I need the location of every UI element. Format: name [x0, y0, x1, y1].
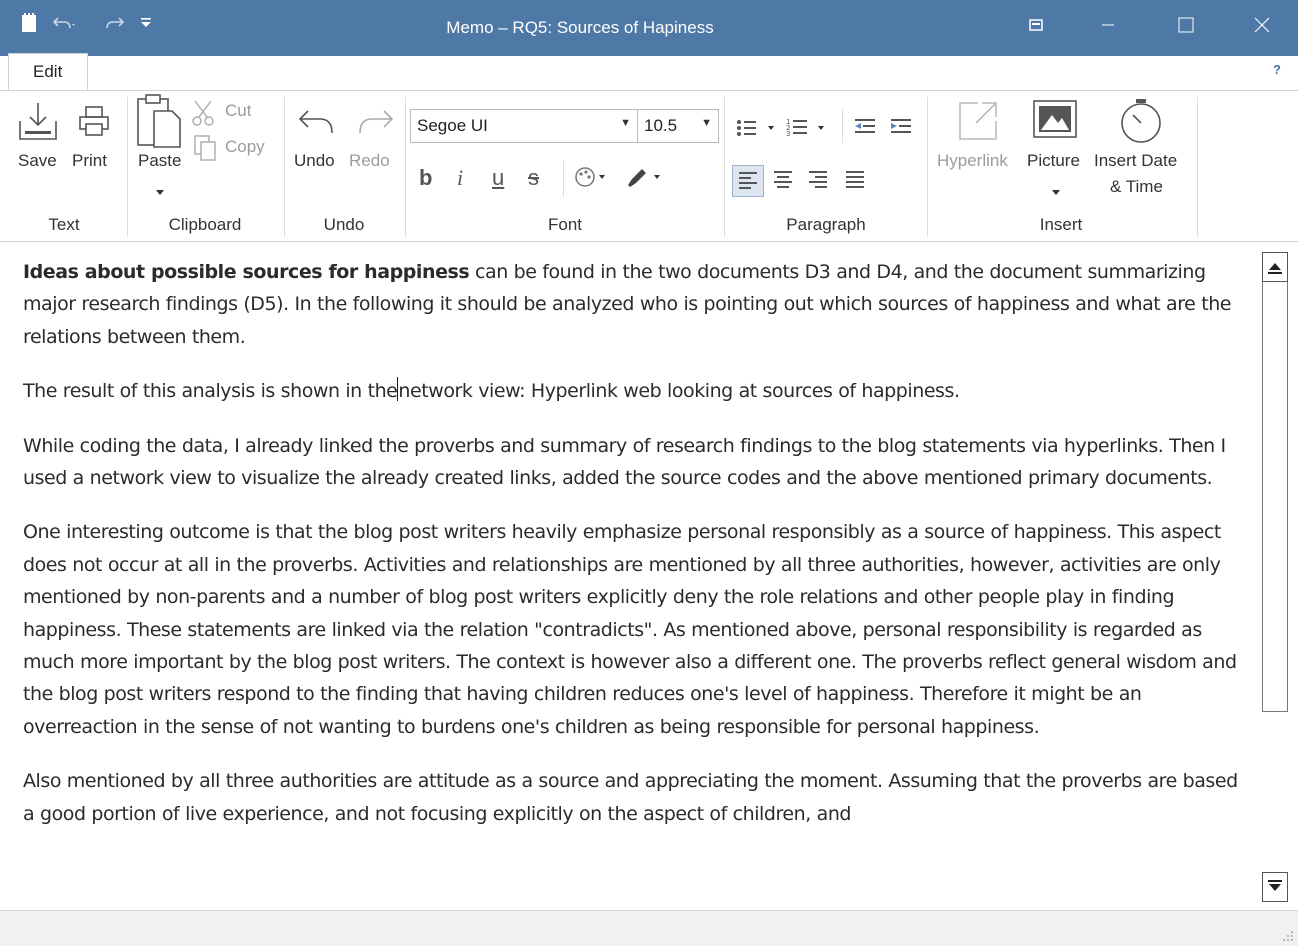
ribbon: Save Print Text Paste Cut Copy Clipboard… — [0, 90, 1298, 242]
scroll-up-button[interactable] — [1262, 252, 1288, 282]
paragraph: While coding the data, I already linked … — [23, 434, 1226, 490]
group-divider — [724, 97, 725, 237]
font-family-select[interactable]: Segoe UI ▼ — [410, 109, 638, 143]
insert-date-label-line2[interactable]: & Time — [1110, 177, 1163, 197]
redo-button[interactable]: Redo — [349, 151, 390, 171]
font-size-select[interactable]: 10.5 ▼ — [637, 109, 719, 143]
undo-button[interactable]: Undo — [294, 151, 335, 171]
group-label-paragraph: Paragraph — [786, 215, 866, 234]
divider — [842, 109, 843, 143]
scrollbar-thumb[interactable] — [1262, 282, 1288, 712]
paragraph: Ideas about possible sources for happine… — [23, 256, 1243, 353]
paragraph: Also mentioned by all three authorities … — [23, 770, 1238, 825]
svg-text:3: 3 — [786, 130, 790, 137]
paragraph: One interesting outcome is that the blog… — [23, 521, 1237, 738]
picture-dropdown-icon[interactable] — [1052, 183, 1060, 201]
save-button[interactable]: Save — [18, 151, 57, 171]
insert-date-button[interactable]: Insert Date — [1094, 151, 1177, 171]
align-center-icon[interactable] — [770, 167, 796, 200]
hyperlink-icon[interactable] — [956, 99, 1000, 148]
resize-grip-icon[interactable] — [1280, 928, 1294, 942]
paragraph-text: The result of this analysis is shown in … — [23, 380, 398, 403]
group-label-undo: Undo — [323, 215, 365, 234]
help-icon[interactable]: ? — [1267, 60, 1287, 80]
copy-button[interactable]: Copy — [225, 137, 265, 157]
window-title: Memo – RQ5: Sources of Hapiness — [446, 18, 714, 37]
justify-icon[interactable] — [842, 167, 868, 200]
group-divider — [1197, 97, 1198, 237]
print-icon[interactable] — [78, 105, 110, 142]
align-left-icon[interactable] — [732, 165, 764, 197]
highlight-marker-icon[interactable] — [624, 165, 664, 194]
group-label-insert: Insert — [1039, 215, 1083, 234]
increase-indent-icon[interactable] — [889, 117, 913, 142]
redo-large-icon[interactable] — [354, 107, 394, 142]
maximize-icon[interactable] — [1164, 10, 1208, 40]
vertical-scrollbar[interactable] — [1262, 252, 1288, 902]
paste-icon[interactable] — [136, 93, 184, 154]
cut-button[interactable]: Cut — [225, 101, 251, 121]
hyperlink-button[interactable]: Hyperlink — [937, 151, 1008, 171]
align-right-icon[interactable] — [805, 167, 831, 200]
picture-icon[interactable] — [1032, 99, 1078, 146]
group-divider — [284, 97, 285, 237]
minimize-icon[interactable] — [1086, 10, 1130, 40]
paragraph: The result of this analysis is shown in … — [23, 375, 1243, 407]
collapse-ribbon-icon[interactable] — [1232, 58, 1256, 82]
close-icon[interactable] — [1240, 10, 1284, 40]
print-button[interactable]: Print — [72, 151, 107, 171]
paste-button[interactable]: Paste — [138, 151, 181, 171]
bullet-list-icon[interactable] — [736, 119, 780, 142]
divider — [563, 161, 564, 197]
font-family-value: Segoe UI — [417, 116, 488, 135]
paste-dropdown-icon[interactable] — [156, 183, 164, 201]
scroll-down-button[interactable] — [1262, 872, 1288, 902]
restore-window-icon[interactable] — [1014, 10, 1058, 40]
save-icon[interactable] — [17, 101, 59, 148]
chevron-down-icon: ▼ — [701, 117, 712, 129]
italic-button[interactable]: i — [457, 165, 463, 191]
copy-icon[interactable] — [193, 134, 217, 167]
bold-heading-text: Ideas about possible sources for happine… — [23, 261, 470, 283]
tab-edit[interactable]: Edit — [8, 53, 88, 91]
underline-button[interactable]: u — [492, 165, 504, 191]
group-divider — [127, 97, 128, 237]
strikethrough-button[interactable]: s — [528, 165, 539, 191]
bold-button[interactable]: b — [419, 165, 432, 191]
picture-button[interactable]: Picture — [1027, 151, 1080, 171]
group-label-text: Text — [48, 215, 80, 234]
paragraph-text: network view: Hyperlink web looking at s… — [398, 380, 960, 403]
title-bar: Memo – RQ5: Sources of Hapiness — [0, 0, 1298, 56]
group-label-font: Font — [547, 215, 583, 234]
scissors-icon[interactable] — [191, 99, 215, 132]
group-label-clipboard: Clipboard — [168, 215, 242, 234]
undo-large-icon[interactable] — [298, 107, 338, 142]
status-bar — [0, 910, 1298, 946]
chevron-down-icon: ▼ — [620, 117, 631, 129]
decrease-indent-icon[interactable] — [853, 117, 877, 142]
group-divider — [405, 97, 406, 237]
numbered-list-icon[interactable]: 123 — [786, 117, 830, 142]
clock-icon[interactable] — [1117, 97, 1165, 150]
memo-editor[interactable]: Ideas about possible sources for happine… — [6, 244, 1260, 908]
font-color-palette-icon[interactable] — [573, 165, 609, 194]
font-size-value: 10.5 — [644, 116, 678, 135]
